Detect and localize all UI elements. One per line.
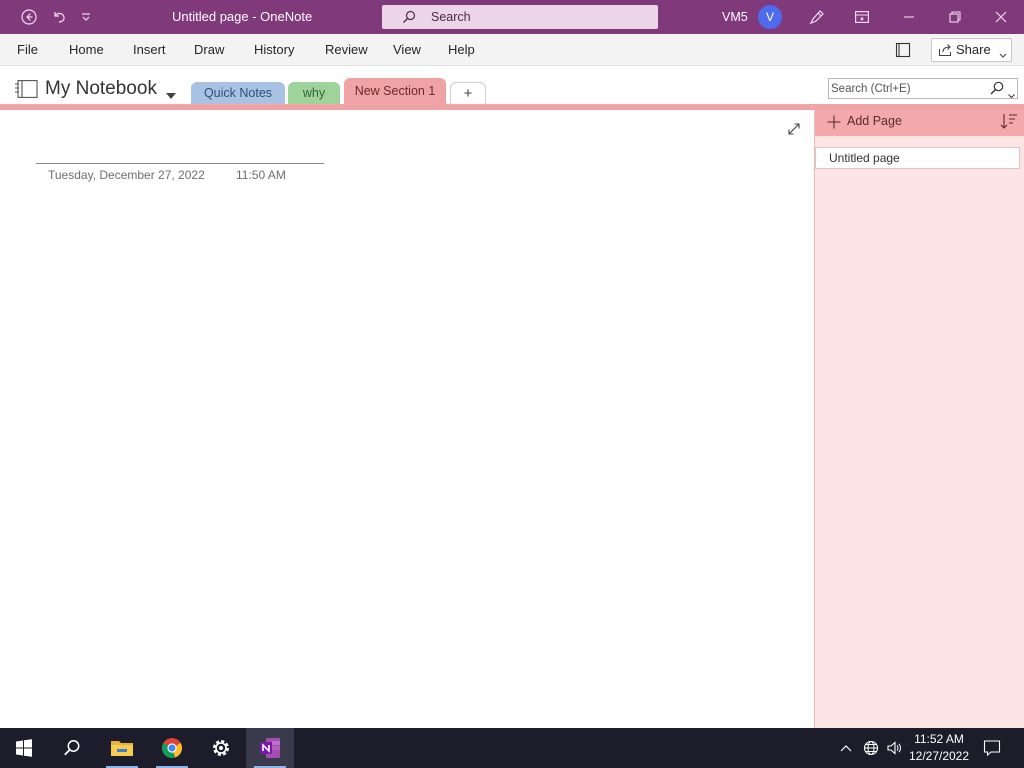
notifications-icon[interactable] [978,728,1006,768]
undo-icon[interactable] [46,0,72,34]
menu-history[interactable]: History [254,34,294,66]
page-canvas[interactable]: Tuesday, December 27, 2022 11:50 AM [0,110,814,728]
file-explorer-icon[interactable] [98,728,146,768]
notebook-name[interactable]: My Notebook [45,77,157,101]
back-icon[interactable] [16,0,42,34]
menu-insert[interactable]: Insert [133,34,166,66]
menu-home[interactable]: Home [69,34,104,66]
expand-icon[interactable] [786,121,802,140]
menu-review[interactable]: Review [325,34,368,66]
search-scope-chevron-icon[interactable] [1008,87,1015,102]
plus-icon [827,114,841,136]
page-list-item[interactable]: Untitled page [815,147,1020,169]
title-search-box[interactable]: Search [382,5,658,29]
add-section-button[interactable]: + [450,82,486,104]
avatar[interactable]: V [758,5,782,29]
menu-draw[interactable]: Draw [194,34,224,66]
page-time: 11:50 AM [236,168,286,182]
add-page-label: Add Page [847,114,902,128]
show-hidden-icons-chevron-icon[interactable] [836,728,856,768]
minimize-icon[interactable] [894,0,924,34]
ribbon-menu: File Home Insert Draw History Review Vie… [0,34,1024,66]
menu-help[interactable]: Help [448,34,475,66]
sort-pages-icon[interactable] [1000,113,1018,132]
onenote-icon[interactable] [246,728,294,768]
clock-time: 11:52 AM [914,732,964,746]
title-bar: Untitled page - OneNote Search VM5 V [0,0,1024,34]
ribbon-display-options-icon[interactable] [850,0,874,34]
account-name[interactable]: VM5 [722,0,748,34]
volume-icon[interactable] [883,728,905,768]
pages-pane-header: Add Page [815,110,1024,136]
share-label: Share [956,42,991,57]
section-tab-why[interactable]: why [288,82,340,104]
customize-quick-access-icon[interactable] [76,0,96,34]
taskbar-clock[interactable]: 11:52 AM 12/27/2022 [908,731,970,765]
network-icon[interactable] [860,728,882,768]
search-icon[interactable] [989,81,1005,99]
document-title: Untitled page - OneNote [172,9,313,24]
notebook-dropdown-icon[interactable] [166,87,176,102]
page-title-underline [36,163,324,164]
pages-pane: Add Page Untitled page [814,110,1024,728]
clock-date: 12/27/2022 [908,749,970,763]
title-search-label: Search [431,10,471,24]
search-icon [402,10,416,27]
taskbar: 11:52 AM 12/27/2022 [0,728,1024,768]
notebook-search-field[interactable] [828,78,1018,99]
section-tab-quick-notes[interactable]: Quick Notes [191,82,285,104]
page-date: Tuesday, December 27, 2022 [48,168,205,182]
start-icon[interactable] [0,728,48,768]
notebook-search-input[interactable] [831,80,981,97]
pen-icon[interactable] [806,0,828,34]
share-button[interactable]: Share [931,38,1012,62]
notebook-icon[interactable] [14,80,38,101]
chevron-down-icon [999,47,1007,62]
page-view-icon[interactable] [895,42,911,61]
notebook-navigation: My Notebook Quick Notes why New Section … [0,66,1024,104]
restore-icon[interactable] [940,0,970,34]
menu-view[interactable]: View [393,34,421,66]
taskbar-search-icon[interactable] [48,728,96,768]
section-tab-new-section-1[interactable]: New Section 1 [344,78,446,104]
menu-file[interactable]: File [17,34,38,66]
close-icon[interactable] [986,0,1016,34]
chrome-icon[interactable] [148,728,196,768]
settings-icon[interactable] [197,728,245,768]
share-icon [938,43,952,60]
